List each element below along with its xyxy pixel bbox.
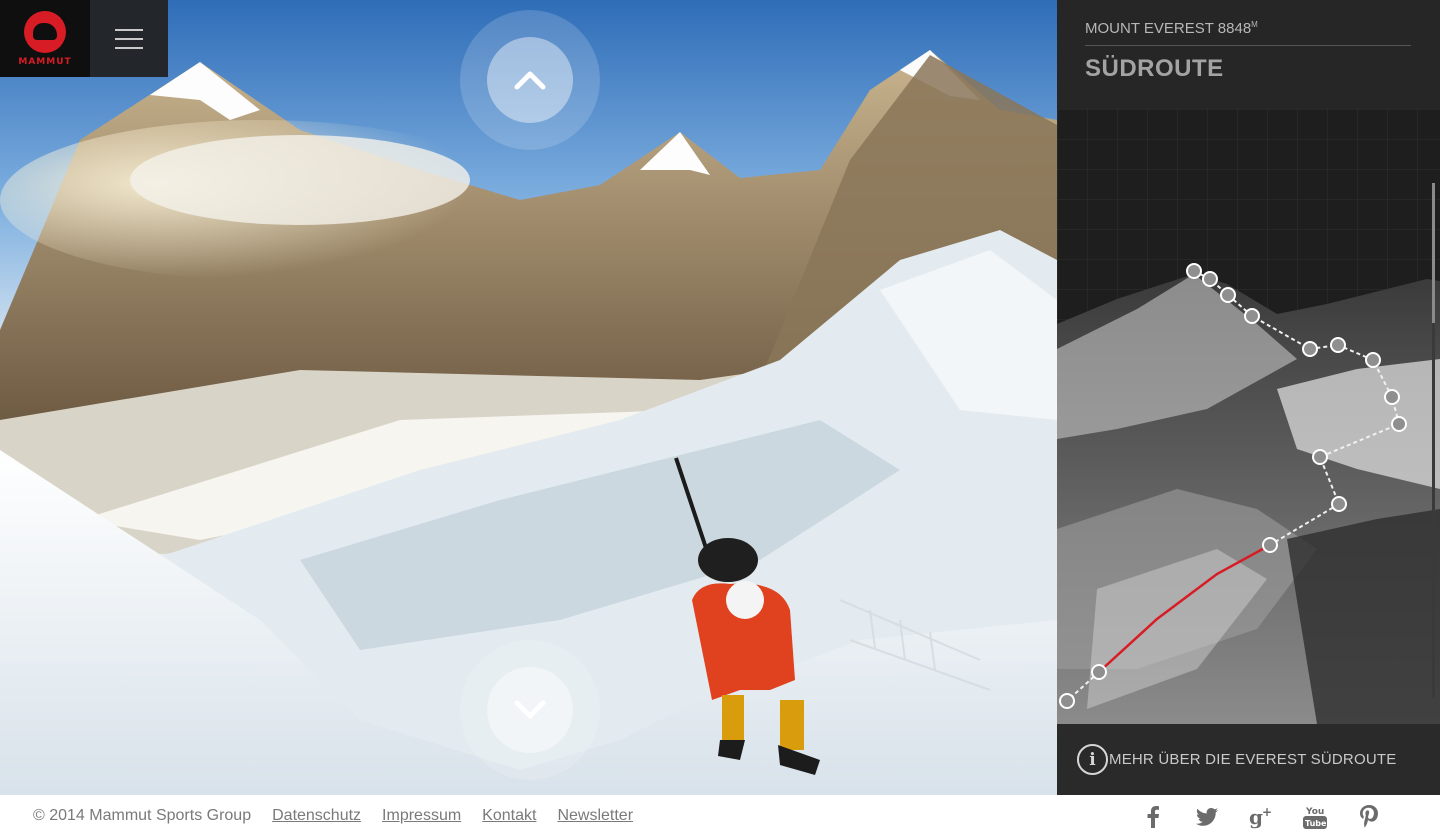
facebook-icon[interactable] [1140,804,1166,830]
waypoint[interactable] [1391,416,1407,432]
chevron-down-icon [514,700,546,719]
hamburger-icon [115,28,143,31]
waypoint[interactable] [1331,496,1347,512]
twitter-icon[interactable] [1194,804,1220,830]
youtube-icon[interactable]: You Tube [1302,804,1328,830]
menu-button[interactable] [90,0,168,77]
svg-text:Tube: Tube [1305,819,1327,828]
more-info-label: MEHR ÜBER DIE EVEREST SÜDROUTE [1109,751,1397,768]
panel-scrollbar-thumb[interactable] [1432,183,1435,323]
waypoint[interactable] [1186,263,1202,279]
waypoint[interactable] [1091,664,1107,680]
waypoint[interactable] [1302,341,1318,357]
logo-wordmark: MAMMUT [18,56,72,67]
waypoint[interactable] [1220,287,1236,303]
mountain-subtitle: MOUNT EVEREST 8848M [1085,20,1411,46]
svg-text:You: You [1305,807,1324,817]
route-title: SÜDROUTE [1085,55,1224,82]
pinterest-icon[interactable] [1356,804,1382,830]
waypoint[interactable] [1312,449,1328,465]
footer: © 2014 Mammut Sports Group Datenschutz I… [0,795,1440,836]
google-plus-icon[interactable]: g + [1248,804,1274,830]
waypoint[interactable] [1330,337,1346,353]
everest-route-graphic [1057,263,1440,724]
scroll-down-button[interactable] [460,640,600,780]
social-links: g + You Tube [1140,804,1382,830]
footer-link-kontakt[interactable]: Kontakt [482,807,536,825]
waypoint[interactable] [1244,308,1260,324]
route-map[interactable] [1057,109,1440,724]
mammut-logo[interactable]: MAMMUT [0,0,90,77]
route-panel: MOUNT EVEREST 8848M SÜDROUTE i MEHR ÜBER… [1057,0,1440,795]
info-icon: i [1077,744,1108,775]
footer-link-newsletter[interactable]: Newsletter [557,807,633,825]
waypoint[interactable] [1384,389,1400,405]
footer-link-impressum[interactable]: Impressum [382,807,461,825]
chevron-up-icon [514,71,546,90]
waypoint-current[interactable] [1262,537,1278,553]
copyright-text: © 2014 Mammut Sports Group [33,806,252,824]
mammoth-icon [24,10,66,53]
waypoint[interactable] [1059,693,1075,709]
svg-text:+: + [1262,805,1272,819]
waypoint[interactable] [1365,352,1381,368]
waypoint[interactable] [1202,271,1218,287]
footer-link-datenschutz[interactable]: Datenschutz [272,807,361,825]
svg-text:g: g [1249,805,1263,829]
scroll-up-button[interactable] [460,10,600,150]
panel-header: MOUNT EVEREST 8848M SÜDROUTE [1057,0,1440,109]
more-info-button[interactable]: i MEHR ÜBER DIE EVEREST SÜDROUTE [1057,724,1440,795]
